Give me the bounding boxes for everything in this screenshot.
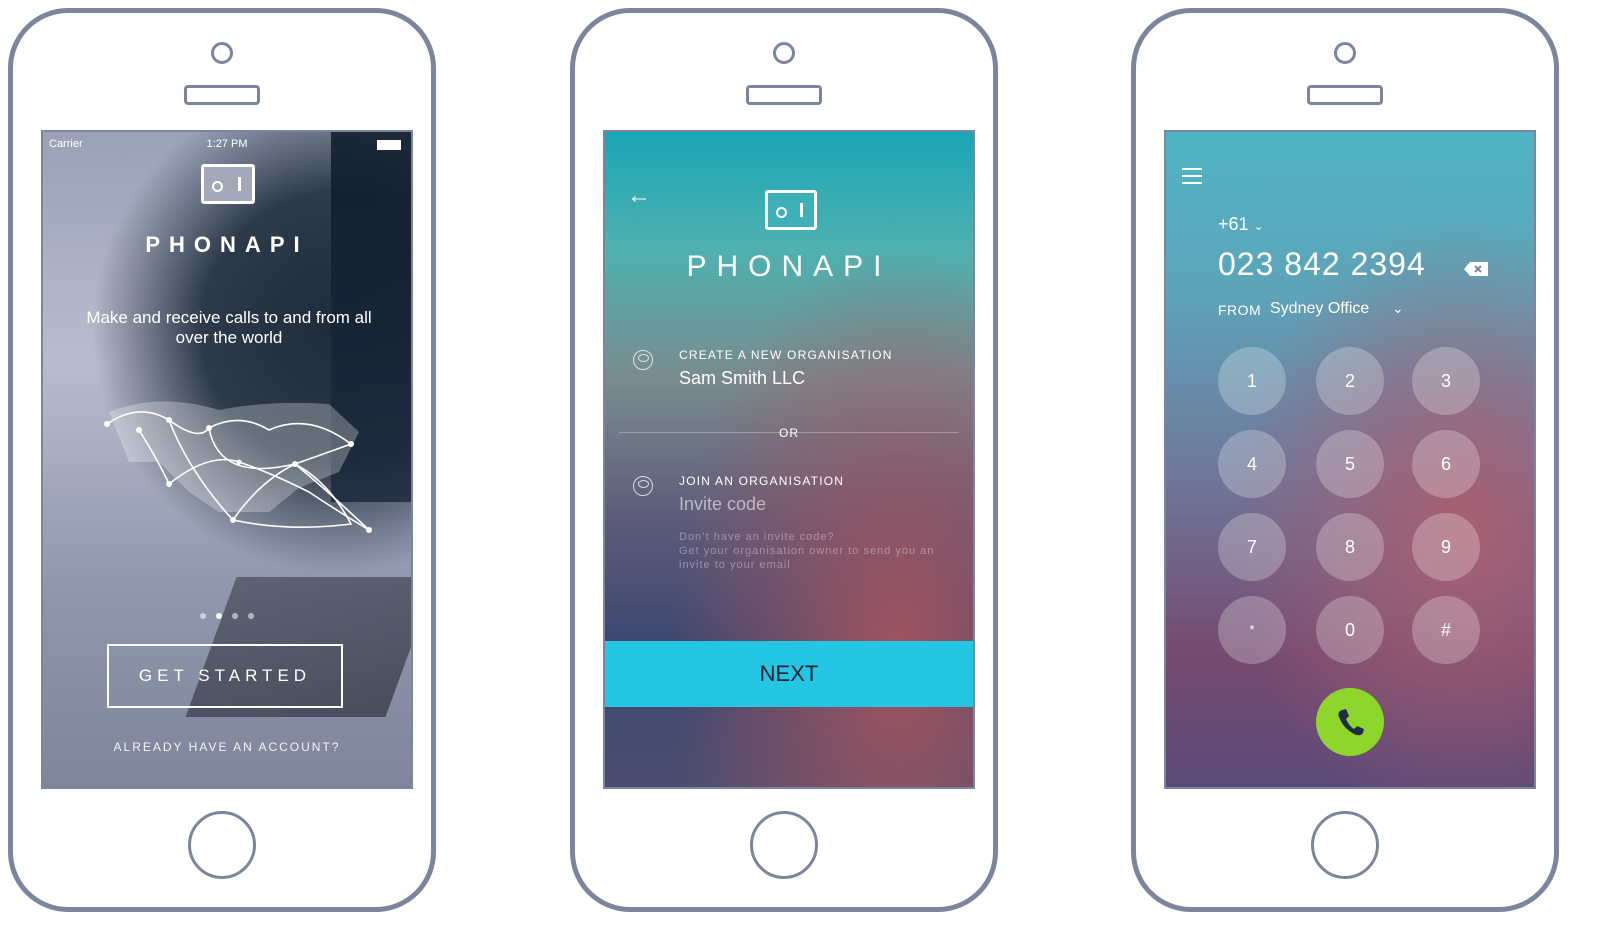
dial-key[interactable]: # <box>1412 596 1480 664</box>
clock-text: 1:27 PM <box>206 138 248 150</box>
dialer-screen: +61 ⌄ 023 842 2394 FROM Sydney Office ⌄ … <box>1164 130 1536 789</box>
home-button[interactable] <box>1311 811 1379 879</box>
page-dot[interactable] <box>248 613 254 619</box>
phone-icon <box>1338 709 1364 736</box>
earpiece-speaker <box>1307 85 1383 105</box>
invite-hint-line1: Don’t have an invite code? <box>679 531 835 543</box>
dial-key[interactable]: 5 <box>1316 430 1384 498</box>
brand-name: PHONAPI <box>145 232 309 257</box>
home-button[interactable] <box>188 811 256 879</box>
create-organisation-label: CREATE A NEW ORGANISATION <box>679 348 893 362</box>
dial-key[interactable]: 3 <box>1412 347 1480 415</box>
organisation-screen: ← PHONAPI CREATE A NEW ORGANISATION Sam … <box>603 130 975 789</box>
backspace-icon[interactable] <box>1464 262 1488 276</box>
invite-hint-line2: Get your organisation owner to send you … <box>679 545 935 571</box>
back-arrow-icon[interactable]: ← <box>627 182 651 210</box>
dial-key[interactable]: 0 <box>1316 596 1384 664</box>
status-bar: Carrier 1:27 PM <box>49 136 405 152</box>
join-user-icon <box>633 476 653 496</box>
organisation-user-icon <box>633 350 653 370</box>
already-have-account-link[interactable]: ALREADY HAVE AN ACCOUNT? <box>43 740 411 754</box>
join-organisation-label: JOIN AN ORGANISATION <box>679 474 845 488</box>
call-button[interactable] <box>1316 688 1384 756</box>
next-button[interactable]: NEXT <box>605 641 973 707</box>
brand-name: PHONAPI <box>686 250 892 283</box>
world-network-illustration <box>104 401 372 533</box>
dial-key[interactable]: * <box>1218 596 1286 664</box>
chevron-down-icon[interactable]: ⌄ <box>1392 300 1404 317</box>
dial-key[interactable]: 8 <box>1316 513 1384 581</box>
dial-key[interactable]: 6 <box>1412 430 1480 498</box>
dial-key[interactable]: 4 <box>1218 430 1286 498</box>
phonapi-logo-icon <box>201 164 255 204</box>
home-button[interactable] <box>750 811 818 879</box>
country-code-text: +61 <box>1218 214 1249 234</box>
battery-icon <box>377 140 401 150</box>
get-started-button[interactable]: GET STARTED <box>107 644 343 708</box>
from-label: FROM <box>1218 302 1262 318</box>
page-dot[interactable] <box>232 613 238 619</box>
dial-key[interactable]: 2 <box>1316 347 1384 415</box>
menu-icon[interactable] <box>1182 168 1202 184</box>
carrier-text: Carrier <box>49 138 83 150</box>
dial-key[interactable]: 1 <box>1218 347 1286 415</box>
front-camera <box>773 42 795 64</box>
dial-key[interactable]: 9 <box>1412 513 1480 581</box>
invite-code-input[interactable]: Invite code <box>679 494 766 515</box>
page-dot-active[interactable] <box>216 613 222 619</box>
onboarding-screen: Carrier 1:27 PM PHONAPI Make and receive… <box>41 130 413 789</box>
or-text: OR <box>779 426 799 440</box>
from-line-select[interactable]: Sydney Office <box>1270 300 1369 318</box>
phone-frame-3: +61 ⌄ 023 842 2394 FROM Sydney Office ⌄ … <box>1131 8 1559 912</box>
front-camera <box>211 42 233 64</box>
country-code-select[interactable]: +61 ⌄ <box>1218 214 1264 235</box>
phone-frame-1: Carrier 1:27 PM PHONAPI Make and receive… <box>8 8 436 912</box>
front-camera <box>1334 42 1356 64</box>
tagline-text: Make and receive calls to and from all o… <box>86 308 372 347</box>
phone-frame-2: ← PHONAPI CREATE A NEW ORGANISATION Sam … <box>570 8 998 912</box>
phone-number-display: 023 842 2394 <box>1218 246 1426 282</box>
organisation-name-input[interactable]: Sam Smith LLC <box>679 368 805 389</box>
dial-key[interactable]: 7 <box>1218 513 1286 581</box>
earpiece-speaker <box>746 85 822 105</box>
page-dot[interactable] <box>200 613 206 619</box>
page-indicator <box>43 606 411 624</box>
chevron-down-icon: ⌄ <box>1253 219 1264 233</box>
phonapi-logo-icon <box>765 190 817 230</box>
earpiece-speaker <box>184 85 260 105</box>
